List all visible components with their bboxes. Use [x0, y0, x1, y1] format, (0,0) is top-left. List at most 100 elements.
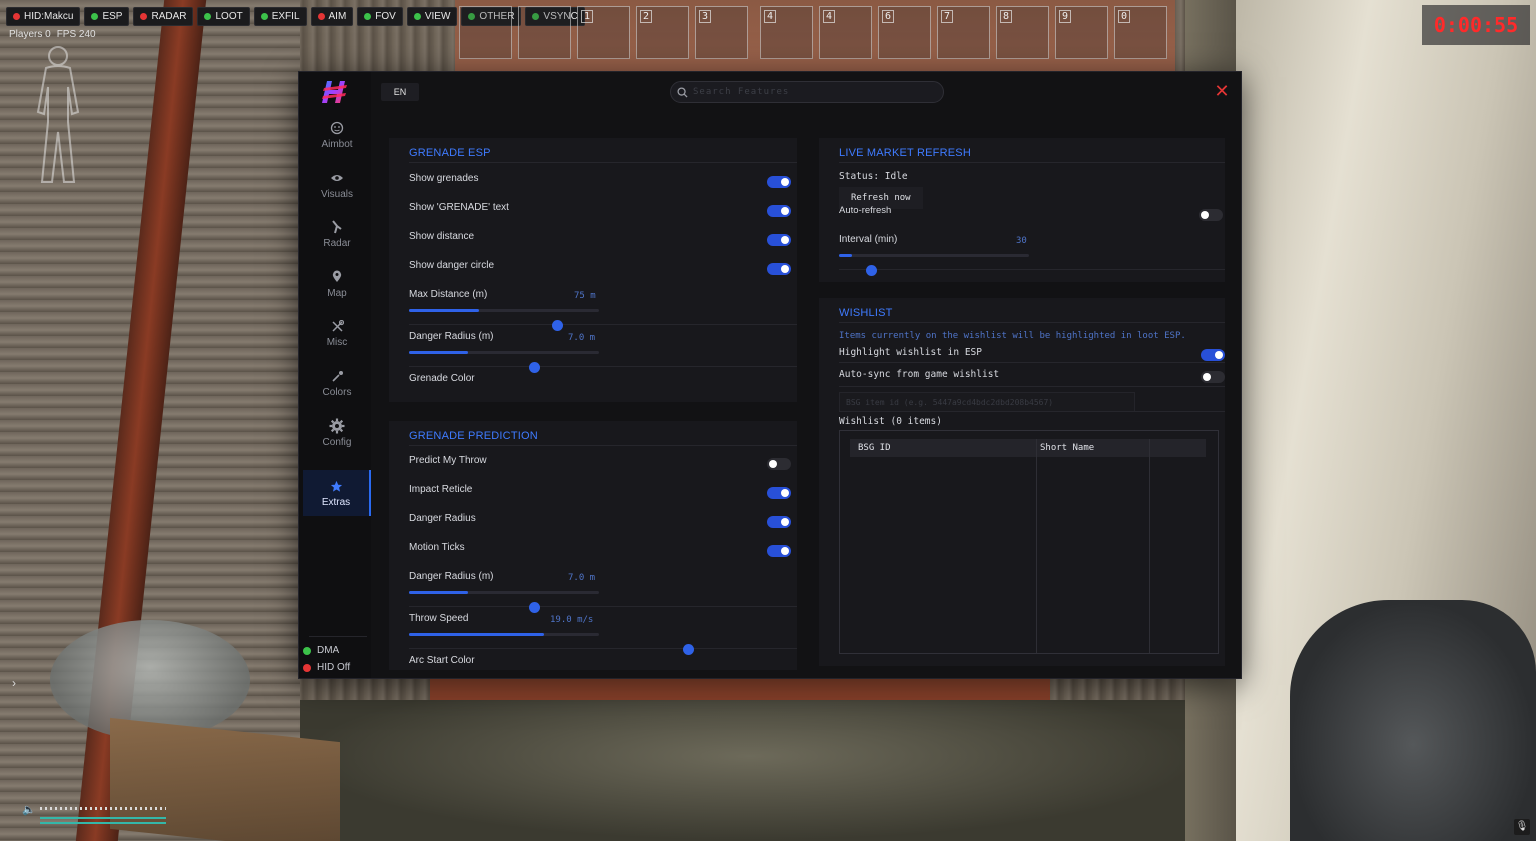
- map-pin-icon: [329, 269, 345, 285]
- toggle-auto-sync[interactable]: [1201, 371, 1225, 383]
- toggle-impact-reticle[interactable]: [767, 487, 791, 499]
- sidebar-item-visuals[interactable]: Visuals: [303, 161, 371, 209]
- label-grenade-color[interactable]: Grenade Color: [409, 373, 475, 384]
- panel-title: GRENADE PREDICTION: [409, 430, 538, 442]
- status-dot-hid: [303, 663, 311, 672]
- slider-fill: [409, 591, 468, 594]
- sidebar-item-label: Misc: [326, 337, 348, 349]
- status-dot: [413, 13, 421, 20]
- sidebar-divider: [309, 636, 367, 637]
- label-show-distance: Show distance: [409, 231, 475, 242]
- hud-chip-label: AIM: [328, 11, 347, 22]
- hotbar-key: 0: [1118, 10, 1131, 23]
- toggle-show-grenade-text[interactable]: [767, 205, 791, 217]
- status-hid-label: HID Off: [317, 662, 351, 673]
- tools-icon: [329, 318, 345, 334]
- stamina-bar: [40, 817, 166, 819]
- hotbar-slot: [518, 6, 571, 59]
- pred-danger-radius-slider[interactable]: [409, 591, 599, 594]
- status-hid: HID Off: [303, 662, 350, 673]
- label-show-grenade-text: Show 'GRENADE' text: [409, 202, 509, 213]
- max-distance-thumb[interactable]: [552, 320, 563, 331]
- sidebar-item-extras[interactable]: Extras: [303, 470, 371, 516]
- label-max-distance: Max Distance (m): [409, 289, 488, 300]
- row-divider: [839, 362, 1225, 363]
- hud-chip-label: ESP: [102, 11, 123, 22]
- status-dot: [260, 13, 268, 20]
- sidebar-item-label: Extras: [321, 497, 351, 508]
- hotbar-slot: 8: [996, 6, 1049, 59]
- sidebar-item-misc[interactable]: Misc: [303, 309, 371, 357]
- hud-chip-fov: FOV: [357, 7, 403, 26]
- column-header-short-name[interactable]: Short Name: [1040, 443, 1094, 453]
- hotbar-key: 4: [823, 10, 836, 23]
- column-divider: [1036, 439, 1037, 653]
- hotbar-slot: 0: [1114, 6, 1167, 59]
- label-danger-radius: Danger Radius (m): [409, 331, 494, 342]
- toggle-show-danger-circle[interactable]: [767, 263, 791, 275]
- search-box[interactable]: [670, 81, 944, 103]
- toggle-danger-radius[interactable]: [767, 516, 791, 528]
- label-motion-ticks: Motion Ticks: [409, 542, 465, 553]
- sidebar-item-colors[interactable]: Colors: [303, 359, 371, 407]
- hud-chip-view: VIEW: [406, 7, 458, 26]
- hud-chip-esp: ESP: [84, 7, 130, 26]
- hud-chip-aim: AIM: [310, 7, 354, 26]
- status-dma-label: DMA: [317, 645, 340, 656]
- gear-icon: [329, 418, 345, 434]
- volume-icon: 🔈: [22, 804, 36, 816]
- column-header-bsg-id[interactable]: BSG ID: [858, 443, 891, 453]
- max-distance-slider[interactable]: [409, 309, 599, 312]
- search-input[interactable]: [693, 87, 933, 97]
- sidebar-item-config[interactable]: Config: [303, 409, 371, 457]
- row-divider: [409, 648, 797, 649]
- hud-stats: Players 0 FPS 240: [9, 29, 96, 40]
- throw-speed-slider[interactable]: [409, 633, 599, 636]
- hotbar-key: 2: [640, 10, 653, 23]
- status-dot: [364, 13, 372, 20]
- interval-slider[interactable]: [839, 254, 1029, 257]
- toggle-auto-refresh[interactable]: [1199, 209, 1223, 221]
- sidebar-item-label: Radar: [323, 238, 351, 250]
- sidebar-item-label: Colors: [322, 387, 352, 398]
- danger-radius-slider[interactable]: [409, 351, 599, 354]
- close-icon[interactable]: ✕: [1213, 82, 1231, 100]
- row-divider: [409, 324, 797, 325]
- hotbar: 1 2 3 4 4 6 7 8 9 0: [459, 6, 1167, 59]
- throw-speed-thumb[interactable]: [683, 644, 694, 655]
- star-icon: [328, 478, 344, 494]
- danger-radius-thumb[interactable]: [529, 362, 540, 373]
- slider-fill: [839, 254, 853, 257]
- sidebar-item-radar[interactable]: Radar: [303, 210, 371, 258]
- toggle-show-distance[interactable]: [767, 234, 791, 246]
- toggle-predict-my-throw[interactable]: [767, 458, 791, 470]
- sidebar-item-map[interactable]: Map: [303, 260, 371, 308]
- label-arc-start-color[interactable]: Arc Start Color: [409, 655, 475, 666]
- sidebar-item-label: Visuals: [320, 188, 354, 200]
- hotbar-slot: [459, 6, 512, 59]
- trash-bag: [1290, 600, 1536, 841]
- toggle-motion-ticks[interactable]: [767, 545, 791, 557]
- interval-value: 30: [1016, 236, 1027, 246]
- toggle-show-grenades[interactable]: [767, 176, 791, 188]
- sidebar-item-aimbot[interactable]: Aimbot: [303, 111, 371, 159]
- fps-counter: FPS 240: [56, 29, 96, 40]
- status-dot: [13, 13, 20, 20]
- label-highlight-wishlist: Highlight wishlist in ESP: [839, 347, 982, 358]
- status-dot: [317, 13, 325, 20]
- wishlist-description: Items currently on the wishlist will be …: [839, 331, 1186, 341]
- label-auto-refresh: Auto-refresh: [839, 205, 892, 216]
- panel-title: GRENADE ESP: [409, 147, 491, 159]
- toggle-highlight-wishlist[interactable]: [1201, 349, 1225, 361]
- pred-danger-radius-thumb[interactable]: [529, 602, 540, 613]
- language-button[interactable]: EN: [381, 83, 419, 101]
- interval-thumb[interactable]: [866, 265, 877, 276]
- hud-chip-radar: RADAR: [133, 7, 194, 26]
- hotbar-key: 6: [882, 10, 895, 23]
- hotbar-key: 4: [764, 10, 777, 23]
- title-divider: [839, 162, 1225, 163]
- title-divider: [839, 322, 1225, 323]
- hud-chip-label: RADAR: [151, 11, 187, 22]
- bsg-item-id-input[interactable]: [839, 392, 1135, 412]
- label-predict-my-throw: Predict My Throw: [409, 455, 487, 466]
